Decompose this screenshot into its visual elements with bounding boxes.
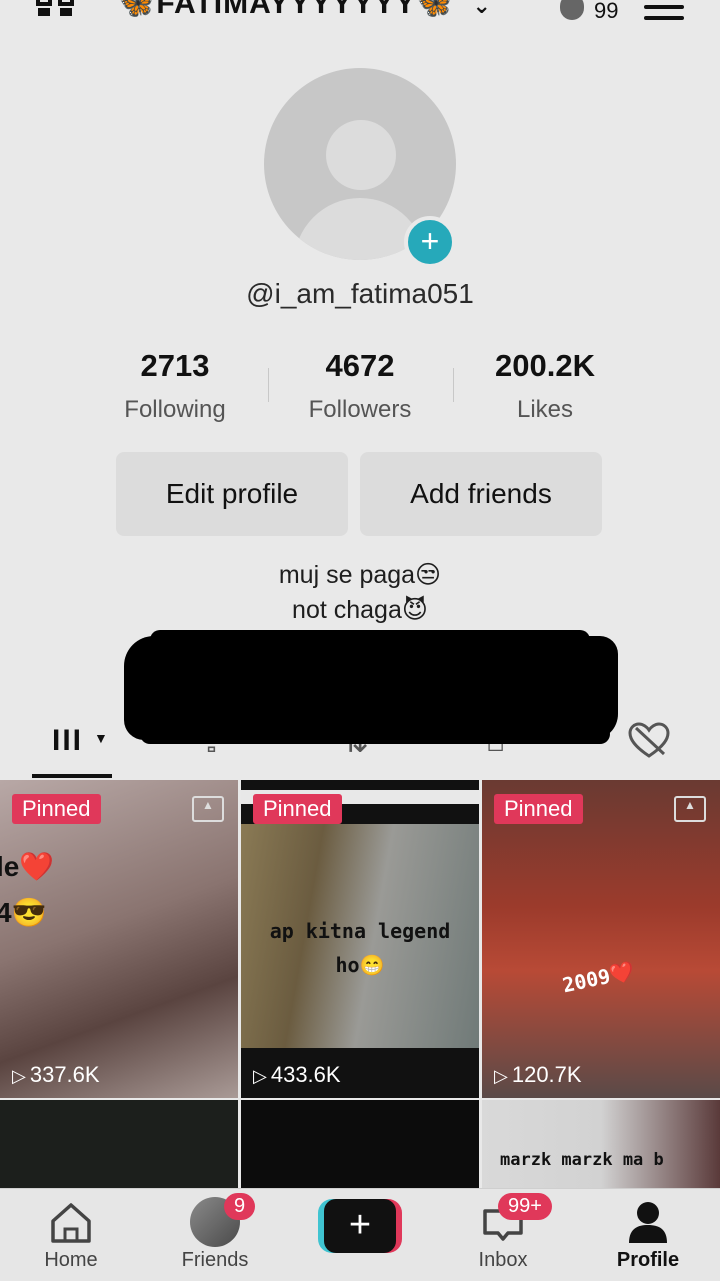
video-tile[interactable]: Pinned ap kitna legend ho😁 ▷ 433.6K: [241, 780, 479, 1098]
following-stat[interactable]: 2713 Following: [82, 348, 268, 424]
pinned-badge: Pinned: [12, 794, 101, 824]
view-count: ▷ 433.6K: [253, 1062, 341, 1088]
menu-icon[interactable]: [644, 0, 684, 20]
profile-stats: 2713 Following 4672 Followers 200.2K Lik…: [82, 348, 638, 438]
story-count: 99: [594, 0, 619, 23]
view-count: ▷ 337.6K: [12, 1062, 100, 1088]
likes-count: 200.2K: [495, 348, 595, 383]
following-label: Following: [124, 396, 226, 423]
views-value: 120.7K: [511, 1062, 582, 1087]
views-value: 433.6K: [270, 1062, 341, 1087]
view-count: ▷ 120.7K: [494, 1062, 582, 1088]
nav-label: Friends: [181, 1249, 249, 1271]
pinned-badge: Pinned: [494, 794, 583, 824]
tab-videos[interactable]: III ▼: [32, 716, 112, 778]
video-caption: ap kitna legend ho😁: [269, 919, 451, 977]
nav-label: Home: [44, 1249, 98, 1271]
video-caption: le❤️ 4😎: [0, 851, 55, 928]
nav-label: Profile: [616, 1249, 680, 1271]
add-friends-button[interactable]: Add friends: [360, 452, 602, 536]
video-tile[interactable]: Pinned ▲ 2009❤️ ▷ 120.7K: [482, 780, 720, 1098]
account-title: 🦋FATIMAYYYYYYY🦋: [118, 0, 455, 20]
pinned-badge: Pinned: [253, 794, 342, 824]
likes-stat[interactable]: 200.2K Likes: [452, 348, 638, 424]
views-value: 337.6K: [29, 1062, 100, 1087]
add-photo-icon[interactable]: +: [404, 216, 456, 268]
liked-hidden-icon[interactable]: [628, 722, 670, 760]
chevron-down-icon: ⌄: [472, 0, 492, 18]
video-tile[interactable]: [241, 1100, 479, 1188]
profile-avatar[interactable]: +: [264, 68, 456, 268]
top-bar: 🦋FATIMAYYYYYYY🦋 ⌄ 99: [0, 0, 720, 34]
redaction-mark: [150, 630, 590, 650]
photo-icon: ▲: [674, 796, 706, 822]
followers-stat[interactable]: 4672 Followers: [267, 348, 453, 424]
play-icon: ▷: [494, 1066, 508, 1086]
bio: muj se paga😒 not chaga😈: [0, 558, 720, 628]
video-caption: 2009❤️: [560, 958, 637, 998]
story-avatar[interactable]: [560, 0, 584, 20]
likes-label: Likes: [516, 396, 574, 423]
video-tile[interactable]: Pinned ▲ le❤️ 4😎 ▷ 337.6K: [0, 780, 238, 1098]
nav-label: Inbox: [478, 1249, 528, 1271]
create-button[interactable]: +: [318, 1199, 402, 1253]
bottom-nav: Home 9 Friends + 99+ Inbox Profile: [0, 1188, 720, 1281]
followers-count: 4672: [325, 348, 395, 383]
redaction-mark: [140, 724, 610, 744]
friends-badge: 9: [224, 1193, 256, 1220]
bio-line: not chaga😈: [292, 596, 428, 624]
inbox-badge: 99+: [498, 1193, 552, 1220]
qr-code-icon[interactable]: [36, 0, 76, 18]
nav-inbox[interactable]: 99+ Inbox: [448, 1189, 558, 1281]
account-switcher[interactable]: 🦋FATIMAYYYYYYY🦋 ⌄: [118, 0, 492, 21]
nav-home[interactable]: Home: [16, 1189, 126, 1281]
photo-icon: ▲: [192, 796, 224, 822]
play-icon: ▷: [253, 1066, 267, 1086]
play-icon: ▷: [12, 1066, 26, 1086]
nav-profile[interactable]: Profile: [593, 1189, 703, 1281]
home-icon: [51, 1203, 91, 1243]
caret-down-icon: ▼: [94, 730, 108, 746]
bio-line: muj se paga😒: [278, 561, 442, 589]
video-tile[interactable]: [0, 1100, 238, 1188]
video-caption: marzk marzk ma b: [500, 1150, 664, 1170]
profile-icon: [629, 1202, 667, 1243]
active-tab-indicator: [32, 774, 112, 778]
video-tile[interactable]: marzk marzk ma b: [482, 1100, 720, 1188]
video-grid: Pinned ▲ le❤️ 4😎 ▷ 337.6K Pinned ap kitna…: [0, 780, 720, 1188]
following-count: 2713: [140, 348, 210, 383]
grid-icon: III: [52, 724, 84, 757]
plus-icon: +: [324, 1199, 396, 1253]
username: @i_am_fatima051: [246, 278, 474, 309]
followers-label: Followers: [308, 396, 412, 423]
edit-profile-button[interactable]: Edit profile: [116, 452, 348, 536]
nav-friends[interactable]: 9 Friends: [160, 1189, 270, 1281]
